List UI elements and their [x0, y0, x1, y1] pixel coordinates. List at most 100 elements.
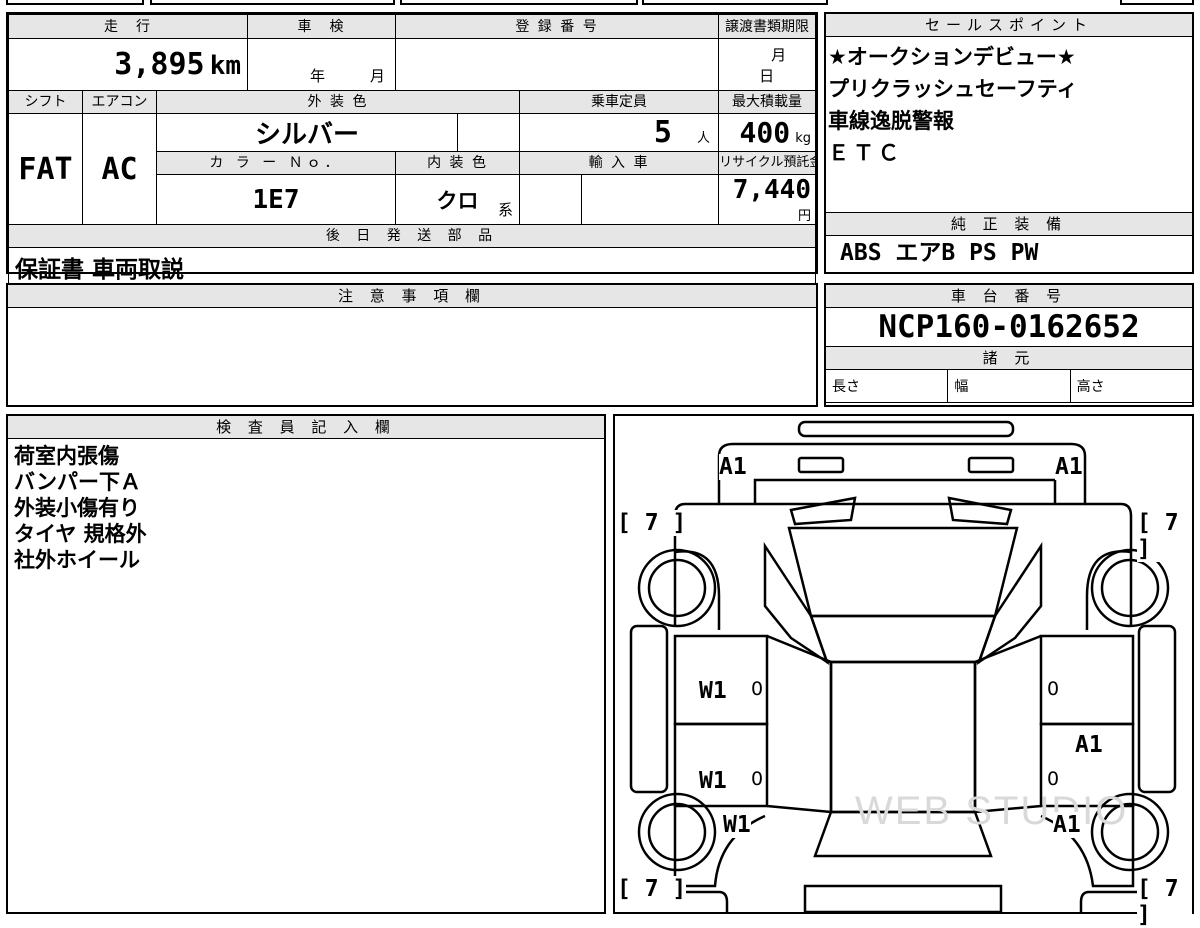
registration-value: [395, 38, 720, 91]
capacity-value: 5: [653, 115, 672, 150]
chassis-value: NCP160-0162652: [878, 309, 1140, 345]
exterior-color-extra: [457, 113, 521, 152]
specs-grid: 長さ 幅 高さ: [824, 369, 1194, 403]
color-no-value: 1E7: [252, 184, 300, 215]
mark-right-front-door-num: 0: [1047, 678, 1060, 700]
inspector-panel: 検 査 員 記 入 欄 荷室内張傷 バンパー下Ａ 外装小傷有り タイヤ 規格外 …: [6, 414, 606, 914]
max-load-cell: 400 kg: [718, 113, 816, 152]
inspector-note: 荷室内張傷: [14, 444, 119, 468]
interior-color-cell: クロ 系: [395, 174, 521, 225]
max-load-unit: kg: [795, 131, 811, 146]
color-no-cell: 1E7: [155, 174, 397, 225]
sales-point-line: プリクラッシュセーフティ: [828, 77, 1078, 101]
interior-color-value: クロ: [436, 188, 479, 213]
length-label: 長さ: [824, 369, 949, 403]
chassis-panel: 車 台 番 号 NCP160-0162652 諸 元 長さ 幅 高さ: [824, 283, 1194, 407]
inspection-label: 車 検: [247, 14, 397, 39]
width-label: 幅: [947, 369, 1071, 403]
max-load-value: 400: [739, 116, 791, 149]
mark-front-left: A1: [719, 454, 747, 480]
genuine-equipment-value: ABS エアB PS PW: [840, 240, 1039, 266]
top-strip-3: [400, 0, 638, 5]
transfer-month: 月: [771, 46, 787, 64]
mark-left-upper-bracket: [ 7 ]: [617, 510, 687, 536]
door-right-window: [973, 634, 1042, 814]
headlight-left: [797, 456, 845, 474]
watermark: WEB STUDIO: [855, 789, 1128, 833]
mark-left-lower-bracket: [ 7 ]: [617, 876, 687, 902]
wiper-right: [947, 496, 1013, 526]
color-no-label: カ ラ ー Ｎｏ．: [155, 151, 397, 175]
recycle-label: リサイクル預託金: [718, 151, 816, 175]
inspection-cell: 年 月: [247, 38, 397, 91]
rear-fender-left: [673, 806, 766, 888]
shift-cell: FAT: [8, 113, 83, 225]
mark-right-lower-bracket: [ 7 ]: [1137, 876, 1192, 928]
mark-front-right: A1: [1055, 454, 1083, 480]
body-right-side: [1085, 502, 1133, 626]
recycle-value: 7,440: [732, 175, 811, 206]
top-strip-2: [150, 0, 395, 5]
transfer-deadline-label: 譲渡書類期限: [718, 14, 816, 39]
notes-value: [8, 308, 816, 316]
a-pillar-right: [976, 541, 1043, 666]
ac-value: AC: [101, 151, 138, 187]
capacity-unit: 人: [697, 131, 711, 146]
mark-left-rear-door-num: 0: [751, 768, 764, 790]
chassis-label: 車 台 番 号: [826, 285, 1192, 308]
inspector-note: 社外ホイール: [14, 548, 140, 572]
inspector-note: 外装小傷有り: [14, 496, 140, 520]
sales-point-line: ★オークションデビュー★: [828, 45, 1076, 69]
wheel-rear-left-inner: [647, 802, 707, 862]
shift-label: シフト: [8, 90, 83, 114]
notes-label: 注 意 事 項 欄: [8, 285, 816, 308]
capacity-label: 乗車定員: [519, 90, 720, 114]
later-parts-cell: 保証書 車両取説: [8, 247, 816, 286]
top-strip-1: [6, 0, 144, 5]
front-emblem: [797, 420, 1015, 438]
sales-point-line: 車線逸脱警報: [828, 109, 954, 133]
mark-right-rear-door-num: 0: [1047, 768, 1060, 790]
specs-label: 諸 元: [826, 347, 1192, 370]
top-strip-5: [1120, 0, 1194, 5]
front-fender-left: [674, 550, 721, 630]
height-label: 高さ: [1069, 369, 1194, 403]
sales-points-panel: セールスポイント ★オークションデビュー★ プリクラッシュセーフティ 車線逸脱警…: [824, 12, 1194, 274]
wheel-front-left: [637, 548, 717, 628]
transfer-cell: 月 日: [718, 38, 816, 91]
inspection-year: 年: [310, 67, 326, 85]
chassis-cell: NCP160-0162652: [826, 308, 1192, 347]
mileage-value: 3,895: [114, 47, 205, 82]
shift-value: FAT: [18, 151, 73, 187]
rear-bumper: [803, 884, 1003, 912]
exterior-color-cell: シルバー: [155, 113, 459, 152]
recycle-unit: 円: [797, 209, 811, 224]
interior-color-label: 内 装 色: [395, 151, 521, 175]
ac-label: エアコン: [82, 90, 157, 114]
import-label: 輸 入 車: [519, 151, 720, 175]
registration-label: 登 録 番 号: [395, 14, 720, 39]
rocker-left: [629, 624, 669, 794]
headlight-right: [967, 456, 1015, 474]
inspector-note: バンパー下Ａ: [14, 470, 142, 494]
mark-right-rear-fender: A1: [1053, 812, 1081, 838]
bracket-lower-right: [1079, 890, 1139, 912]
vehicle-info-grid: 走 行 車 検 登 録 番 号 譲渡書類期限 3,895 km 年 月 月 日 …: [7, 14, 816, 286]
mark-right-rear-door: A1: [1075, 732, 1103, 758]
interior-color-suffix: 系: [498, 201, 514, 219]
mark-left-rear-door: W1: [699, 768, 727, 794]
wheel-front-left-inner: [647, 558, 707, 618]
top-strip-4: [642, 0, 828, 5]
front-bumper: [717, 442, 1087, 506]
later-parts-value: 保証書 車両取説: [15, 256, 185, 283]
genuine-equipment-cell: ABS エアB PS PW: [826, 236, 1192, 272]
mark-left-front-door-num: 0: [751, 678, 764, 700]
inspector-label: 検 査 員 記 入 欄: [8, 416, 604, 439]
mileage-cell: 3,895 km: [7, 38, 249, 91]
notes-panel: 注 意 事 項 欄: [6, 283, 818, 407]
windshield: [787, 526, 1019, 618]
inspection-month: 月: [369, 67, 385, 85]
inspector-note: タイヤ 規格外: [14, 522, 147, 546]
genuine-equipment-label: 純 正 装 備: [826, 213, 1192, 236]
import-cell-1: [519, 174, 583, 225]
